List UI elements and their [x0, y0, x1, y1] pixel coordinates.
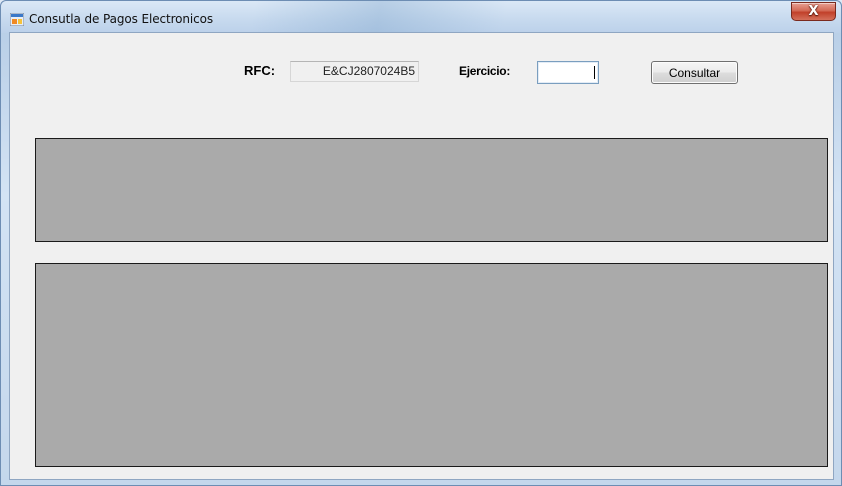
form-client-area: RFC: E&CJ2807024B5 Ejercicio: Consultar: [9, 32, 834, 480]
title-bar[interactable]: Consutla de Pagos Electronicos X: [1, 1, 841, 33]
results-grid-bottom[interactable]: [35, 263, 828, 467]
close-button[interactable]: X: [791, 2, 836, 21]
app-window-icon: [10, 13, 24, 26]
close-icon: X: [808, 4, 819, 19]
rfc-label: RFC:: [244, 63, 276, 78]
text-caret: [594, 66, 595, 79]
rfc-field: E&CJ2807024B5: [290, 61, 419, 82]
results-grid-top[interactable]: [35, 138, 828, 242]
ejercicio-input[interactable]: [537, 61, 599, 84]
app-window: Consutla de Pagos Electronicos X RFC: E&…: [0, 0, 842, 486]
window-title: Consutla de Pagos Electronicos: [29, 12, 214, 26]
consultar-button[interactable]: Consultar: [651, 61, 738, 84]
ejercicio-label: Ejercicio:: [459, 64, 511, 78]
